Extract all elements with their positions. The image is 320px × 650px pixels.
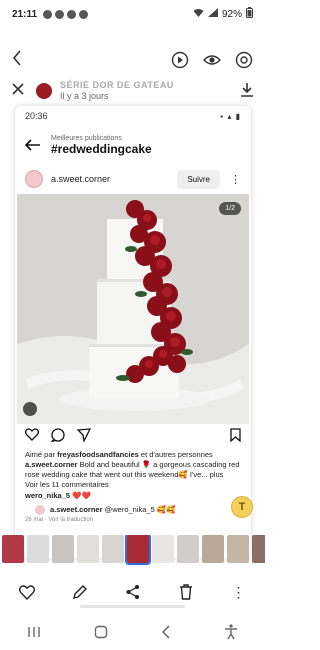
system-nav-bar: [0, 616, 265, 650]
status-bar: 21:11 92%: [0, 0, 265, 28]
gallery-thumbnail[interactable]: [77, 535, 99, 563]
bottom-action-bar: ⋮: [0, 578, 265, 606]
screenshot-card: 20:36 ▪ ▴ ▮ Meilleures publications #red…: [15, 106, 251, 558]
gallery-thumbnail[interactable]: [125, 535, 151, 565]
gallery-thumbnail[interactable]: [202, 535, 224, 563]
reply-comment: a.sweet.corner @wero_nika_5 🥰🥰: [15, 501, 251, 515]
battery-icon: [246, 7, 253, 21]
post-actions: [15, 424, 251, 450]
favorite-icon[interactable]: [18, 583, 36, 601]
status-time: 21:11: [12, 8, 38, 20]
view-comments-link[interactable]: Voir les 11 commentaires: [15, 480, 251, 490]
download-icon[interactable]: [241, 82, 253, 100]
caption: a.sweet.corner Bold and beautiful 🌹 a go…: [15, 460, 251, 480]
more-options-icon[interactable]: ⋮: [230, 173, 241, 186]
hashtag-header: Meilleures publications #redweddingcake: [15, 126, 251, 164]
back-icon[interactable]: [12, 49, 22, 71]
post-image[interactable]: 1/2: [17, 194, 249, 424]
gallery-thumbnail[interactable]: [227, 535, 249, 563]
reply-meta[interactable]: 26 mai · Voir la traduction: [15, 515, 251, 523]
inner-status-bar: 20:36 ▪ ▴ ▮: [15, 106, 251, 126]
notification-icon: [55, 9, 65, 19]
viewer-toolbar: [0, 42, 265, 78]
share-icon[interactable]: [124, 583, 142, 601]
liked-prefix: Aimé par: [25, 450, 56, 459]
home-icon[interactable]: [94, 625, 108, 642]
likes-line: Aimé par freyasfoodsandfancies et d'autr…: [15, 450, 251, 460]
liked-suffix: et d'autres personnes: [140, 450, 213, 459]
heart-icon[interactable]: [24, 428, 40, 446]
gallery-thumbnail[interactable]: [102, 535, 124, 563]
sheet-handle: [80, 605, 185, 608]
gallery-thumbnail[interactable]: [2, 535, 24, 563]
gallery-thumbnail[interactable]: [252, 535, 265, 563]
page-indicator: 1/2: [219, 202, 241, 215]
back-arrow-icon[interactable]: [24, 135, 51, 156]
story-age: Il y a 3 jours: [60, 91, 109, 101]
signal-icon: [207, 8, 218, 20]
notification-icon: [43, 9, 53, 19]
eye-icon[interactable]: [203, 51, 221, 69]
inner-time: 20:36: [25, 111, 48, 121]
lens-icon[interactable]: [235, 51, 253, 69]
thumbnail-strip: [0, 535, 265, 565]
comment-icon[interactable]: [50, 427, 65, 447]
back-nav-icon[interactable]: [161, 624, 171, 642]
post-user-row: a.sweet.corner Suivre ⋮: [15, 164, 251, 194]
follow-button[interactable]: Suivre: [177, 169, 220, 189]
comment: wero_nika_5 ❤️❤️: [15, 491, 251, 501]
gallery-thumbnail[interactable]: [152, 535, 174, 563]
inner-status-icons: ▪ ▴ ▮: [220, 111, 241, 121]
gallery-thumbnail[interactable]: [177, 535, 199, 563]
post-username[interactable]: a.sweet.corner: [51, 174, 110, 184]
reply-text: @wero_nika_5 🥰🥰: [104, 505, 176, 515]
comment-text: ❤️❤️: [72, 490, 91, 500]
reply-user[interactable]: a.sweet.corner: [50, 505, 103, 514]
header-subtitle: Meilleures publications: [51, 134, 122, 142]
hashtag-title: #redweddingcake: [51, 141, 152, 156]
edit-icon[interactable]: [71, 583, 89, 601]
gallery-thumbnail[interactable]: [27, 535, 49, 563]
battery-text: 92%: [221, 8, 242, 20]
caption-user[interactable]: a.sweet.corner: [25, 460, 78, 469]
avatar: [35, 504, 45, 515]
close-icon[interactable]: [12, 82, 24, 100]
share-icon[interactable]: [76, 427, 92, 447]
delete-icon[interactable]: [177, 583, 195, 601]
notification-icon: [67, 9, 77, 19]
comment-user[interactable]: wero_nika_5: [25, 491, 70, 500]
accessibility-icon[interactable]: [224, 623, 238, 643]
wedding-cake-picture: [17, 194, 249, 424]
story-title: SÉRIE DOR DE GATEAU: [60, 80, 174, 91]
recents-icon[interactable]: [27, 625, 41, 641]
user-tag-icon[interactable]: [23, 402, 37, 416]
gallery-thumbnail[interactable]: [52, 535, 74, 563]
more-options-icon[interactable]: ⋮: [230, 583, 248, 601]
wifi-icon: [193, 8, 204, 20]
text-extract-icon[interactable]: T: [231, 496, 253, 518]
bookmark-icon[interactable]: [230, 427, 241, 447]
story-header: SÉRIE DOR DE GATEAU Il y a 3 jours: [0, 78, 265, 104]
story-avatar: [36, 83, 52, 99]
avatar[interactable]: [25, 170, 43, 188]
play-icon[interactable]: [171, 51, 189, 69]
notification-icon: [79, 9, 89, 19]
liked-user[interactable]: freyasfoodsandfancies: [57, 450, 139, 459]
